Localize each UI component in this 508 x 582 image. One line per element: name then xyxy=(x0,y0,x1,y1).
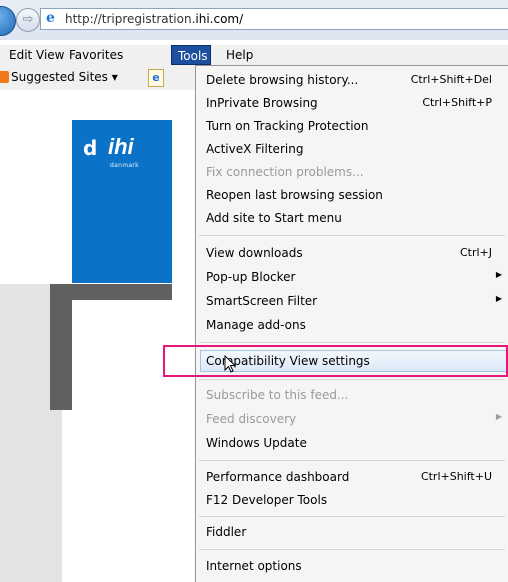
submenu-arrow-icon: ▶ xyxy=(495,294,502,303)
page-dark-strip xyxy=(50,284,72,410)
compatibility-highlight-box xyxy=(163,345,508,377)
menu-item-shortcut: Ctrl+Shift+Del xyxy=(410,73,492,86)
address-input[interactable]: e http://tripregistration.ihi.com/ xyxy=(40,8,508,30)
menu-item-activex-filtering[interactable]: ActiveX Filtering xyxy=(196,138,508,160)
logo-subtitle: danmark xyxy=(110,162,139,169)
logo-text: ihi xyxy=(108,134,134,159)
logo-mark-icon: d xyxy=(83,136,98,160)
menu-item-label: Performance dashboard xyxy=(206,470,350,484)
menu-separator xyxy=(199,235,505,236)
menu-separator xyxy=(199,516,505,517)
url-prefix: http://tripregistration. xyxy=(65,12,196,26)
menu-item-manage-addons[interactable]: Manage add-ons xyxy=(196,314,508,336)
menu-help[interactable]: Help xyxy=(226,48,253,62)
menu-item-internet-options[interactable]: Internet options xyxy=(196,555,508,577)
arrow-right-icon: ⇨ xyxy=(22,12,34,27)
menu-item-delete-history[interactable]: Delete browsing history... Ctrl+Shift+De… xyxy=(196,69,508,91)
ie-logo-icon: e xyxy=(46,10,55,26)
menu-item-add-to-start[interactable]: Add site to Start menu xyxy=(196,207,508,229)
menu-view[interactable]: View xyxy=(36,48,64,62)
menu-item-label: Feed discovery xyxy=(206,412,297,426)
menu-item-label: F12 Developer Tools xyxy=(206,493,328,507)
menu-item-label: Subscribe to this feed... xyxy=(206,388,349,402)
web-slice-gallery-icon[interactable]: e xyxy=(148,69,164,87)
menu-item-label: Turn on Tracking Protection xyxy=(206,119,369,133)
forward-button[interactable]: ⇨ xyxy=(16,8,40,32)
address-url: http://tripregistration.ihi.com/ xyxy=(65,12,243,26)
menu-item-popup-blocker[interactable]: Pop-up Blocker ▶ xyxy=(196,266,508,288)
menu-item-reopen-session[interactable]: Reopen last browsing session xyxy=(196,184,508,206)
menu-item-label: Fix connection problems... xyxy=(206,165,364,179)
menu-bar: Edit View Favorites Tools Help xyxy=(0,45,508,66)
menu-item-performance-dashboard[interactable]: Performance dashboard Ctrl+Shift+U xyxy=(196,466,508,488)
menu-item-label: ActiveX Filtering xyxy=(206,142,304,156)
menu-item-label: View downloads xyxy=(206,246,303,260)
menu-favorites[interactable]: Favorites xyxy=(69,48,123,62)
submenu-arrow-icon: ▶ xyxy=(495,412,502,421)
mouse-pointer-icon xyxy=(224,355,236,373)
menu-item-inprivate[interactable]: InPrivate Browsing Ctrl+Shift+P xyxy=(196,92,508,114)
page-dark-bar xyxy=(62,284,172,300)
menu-item-shortcut: Ctrl+Shift+U xyxy=(420,470,492,483)
menu-item-smartscreen[interactable]: SmartScreen Filter ▶ xyxy=(196,290,508,312)
menu-item-label: Fiddler xyxy=(206,525,247,539)
menu-separator xyxy=(199,460,505,461)
menu-item-subscribe-feed: Subscribe to this feed... xyxy=(196,384,508,406)
menu-item-f12-tools[interactable]: F12 Developer Tools xyxy=(196,489,508,511)
back-button[interactable] xyxy=(0,6,16,36)
menu-item-windows-update[interactable]: Windows Update xyxy=(196,432,508,454)
menu-separator xyxy=(199,379,505,380)
address-bar-area: ⇨ e http://tripregistration.ihi.com/ xyxy=(0,0,508,40)
menu-separator xyxy=(199,342,505,343)
menu-tools[interactable]: Tools xyxy=(171,45,211,65)
menu-item-view-downloads[interactable]: View downloads Ctrl+J xyxy=(196,242,508,264)
suggested-sites-button[interactable]: Suggested Sites ▾ xyxy=(11,70,118,84)
menu-item-label: Reopen last browsing session xyxy=(206,188,383,202)
menu-item-label: Delete browsing history... xyxy=(206,73,359,87)
submenu-arrow-icon: ▶ xyxy=(495,270,502,279)
url-host: ihi.com/ xyxy=(195,12,244,26)
tools-menu: Delete browsing history... Ctrl+Shift+De… xyxy=(195,65,508,582)
menu-item-label: Pop-up Blocker xyxy=(206,270,296,284)
menu-item-fiddler[interactable]: Fiddler xyxy=(196,521,508,543)
menu-item-label: InPrivate Browsing xyxy=(206,96,318,110)
menu-item-label: SmartScreen Filter xyxy=(206,294,318,308)
menu-item-feed-discovery: Feed discovery ▶ xyxy=(196,408,508,430)
menu-item-label: Add site to Start menu xyxy=(206,211,342,225)
suggested-sites-icon xyxy=(0,71,9,83)
menu-item-shortcut: Ctrl+Shift+P xyxy=(422,96,492,109)
menu-item-tracking-protection[interactable]: Turn on Tracking Protection xyxy=(196,115,508,137)
menu-separator xyxy=(199,549,505,550)
menu-item-label: Manage add-ons xyxy=(206,318,306,332)
menu-item-fix-connection: Fix connection problems... xyxy=(196,161,508,183)
menu-item-shortcut: Ctrl+J xyxy=(459,246,492,259)
ihi-logo[interactable]: d ihi danmark xyxy=(72,120,172,283)
menu-item-label: Internet options xyxy=(206,559,302,573)
menu-edit[interactable]: Edit xyxy=(9,48,32,62)
menu-tools-label: Tools xyxy=(178,49,208,63)
menu-item-label: Windows Update xyxy=(206,436,307,450)
